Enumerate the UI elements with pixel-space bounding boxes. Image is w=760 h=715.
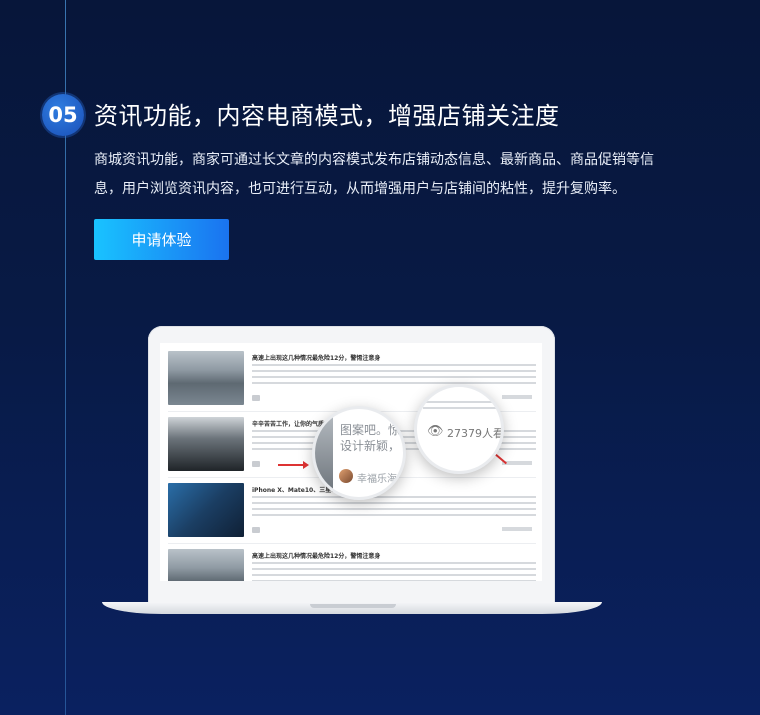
apply-trial-button[interactable]: 申请体验 — [94, 219, 229, 260]
article-summary — [252, 562, 536, 581]
article-thumbnail — [168, 549, 244, 581]
zoom-lens-views: 👁 27379人看过 — [414, 384, 504, 474]
author-avatar — [252, 461, 260, 467]
list-item: 高速上出现这几种情况最危险12分，警惕注意身 — [168, 549, 536, 581]
article-thumbnail — [168, 351, 244, 405]
author-name: 幸福乐海 — [357, 474, 397, 485]
pointer-arrow — [278, 461, 309, 469]
article-title: 高速上出现这几种情况最危险12分，警惕注意身 — [252, 553, 381, 560]
zoom-text-line: 设计新颖， — [340, 439, 401, 453]
view-count — [502, 527, 532, 531]
section-title: 资讯功能，内容电商模式，增强店铺关注度 — [94, 102, 560, 130]
laptop-notch — [310, 604, 396, 608]
avatar — [339, 469, 353, 483]
view-count-text: 27379人看过 — [447, 427, 504, 440]
section-description: 商城资讯功能，商家可通过长文章的内容模式发布店铺动态信息、最新商品、商品促销等信… — [94, 152, 654, 197]
zoom-text-line: 图案吧。惊 — [340, 423, 401, 437]
article-title: 高速上出现这几种情况最危险12分，警惕注意身 — [252, 355, 381, 362]
author-avatar — [252, 395, 260, 401]
article-thumbnail — [168, 483, 244, 537]
article-thumbnail — [315, 409, 333, 497]
view-count — [502, 395, 532, 399]
divider — [168, 543, 536, 544]
article-summary — [252, 496, 536, 518]
step-number-badge: 05 — [42, 94, 84, 136]
step-number: 05 — [48, 103, 78, 127]
eye-icon: 👁 — [427, 424, 444, 439]
author-avatar — [252, 527, 260, 533]
article-thumbnail — [168, 417, 244, 471]
zoom-lens-author: 图案吧。惊 设计新颖， 幸福乐海 — [312, 406, 406, 500]
article-summary — [252, 364, 536, 386]
article-summary — [423, 401, 499, 413]
